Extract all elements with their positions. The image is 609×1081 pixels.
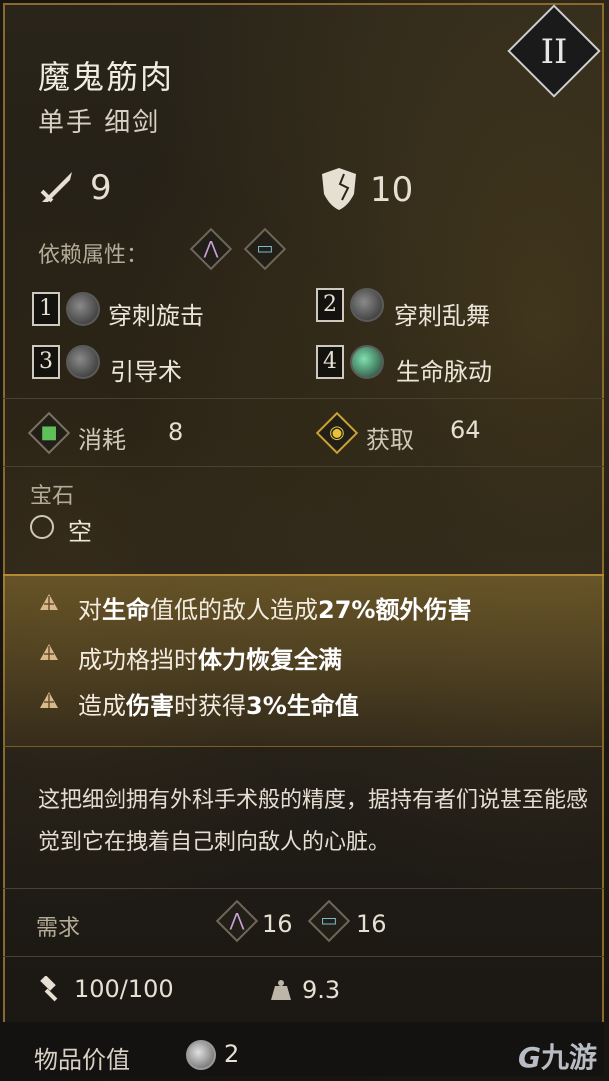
gain-label: 获取 <box>366 426 414 454</box>
divider <box>3 888 604 889</box>
item-value-amount: 2 <box>224 1040 240 1068</box>
scaling-label: 依赖属性： <box>38 243 149 268</box>
item-name: 魔鬼筋肉 <box>38 58 175 96</box>
skill-2-icon[interactable] <box>350 288 384 322</box>
book-icon: ▭ <box>256 238 274 259</box>
skill-2-name: 穿刺乱舞 <box>394 302 490 330</box>
bonus-effect-1: 对生命值低的敌人造成27%额外伤害 <box>78 596 472 624</box>
bonus-effect-2: 成功格挡时体力恢复全满 <box>78 646 342 674</box>
skill-slot-3-number: 3 <box>32 345 60 379</box>
empty-gem-slot-icon[interactable] <box>30 515 54 539</box>
gain-value: 64 <box>450 416 481 444</box>
skill-slot-1-number: 1 <box>32 292 60 326</box>
consume-value: 8 <box>168 418 184 446</box>
skill-slot-2-number: 2 <box>316 288 344 322</box>
skill-1-name: 穿刺旋击 <box>108 302 204 330</box>
faith-requirement: 16 <box>262 910 293 938</box>
bonus-effect-3: 造成伤害时获得3%生命值 <box>78 692 359 720</box>
item-type: 单手 细剑 <box>38 108 161 138</box>
tier-label: II <box>540 32 568 72</box>
shell-bullet-icon <box>38 690 60 712</box>
skill-slot-4-number: 4 <box>316 345 344 379</box>
defense-value: 10 <box>370 170 414 210</box>
leaf-icon: ■ <box>40 422 58 443</box>
gem-slot-status: 空 <box>68 518 92 546</box>
weight-icon <box>270 978 292 1002</box>
divider <box>3 398 604 399</box>
watermark-logo: G九游 <box>518 1041 597 1074</box>
requirements-label: 需求 <box>36 916 81 941</box>
divider <box>3 956 604 957</box>
shell-bullet-icon <box>38 592 60 614</box>
eye-icon: ◉ <box>329 422 345 443</box>
weight-value: 9.3 <box>302 976 341 1004</box>
coin-icon <box>186 1040 216 1070</box>
gem-label: 宝石 <box>30 484 75 509</box>
arcane-requirement: 16 <box>356 910 387 938</box>
divider <box>3 466 604 467</box>
item-value-label: 物品价值 <box>34 1046 130 1074</box>
shell-bullet-icon <box>38 642 60 664</box>
skill-1-icon[interactable] <box>66 292 100 326</box>
book-icon: ▭ <box>320 910 338 931</box>
durability-value: 100/100 <box>74 975 174 1003</box>
skill-4-name: 生命脉动 <box>396 358 492 386</box>
consume-label: 消耗 <box>78 426 126 454</box>
damage-value: 9 <box>90 168 112 208</box>
skill-3-name: 引导术 <box>110 358 182 386</box>
skill-3-icon[interactable] <box>66 345 100 379</box>
skill-4-icon[interactable] <box>350 345 384 379</box>
item-description: 这把细剑拥有外科手术般的精度，据持有者们说甚至能感觉到它在拽着自己刺向敌人的心脏… <box>38 788 589 855</box>
praying-hands-icon: ⋀ <box>203 238 219 259</box>
hammer-icon <box>38 975 64 1002</box>
shield-icon <box>318 166 360 212</box>
item-tooltip-frame <box>3 3 604 1076</box>
praying-hands-icon: ⋀ <box>229 910 245 931</box>
sword-icon <box>36 168 76 208</box>
